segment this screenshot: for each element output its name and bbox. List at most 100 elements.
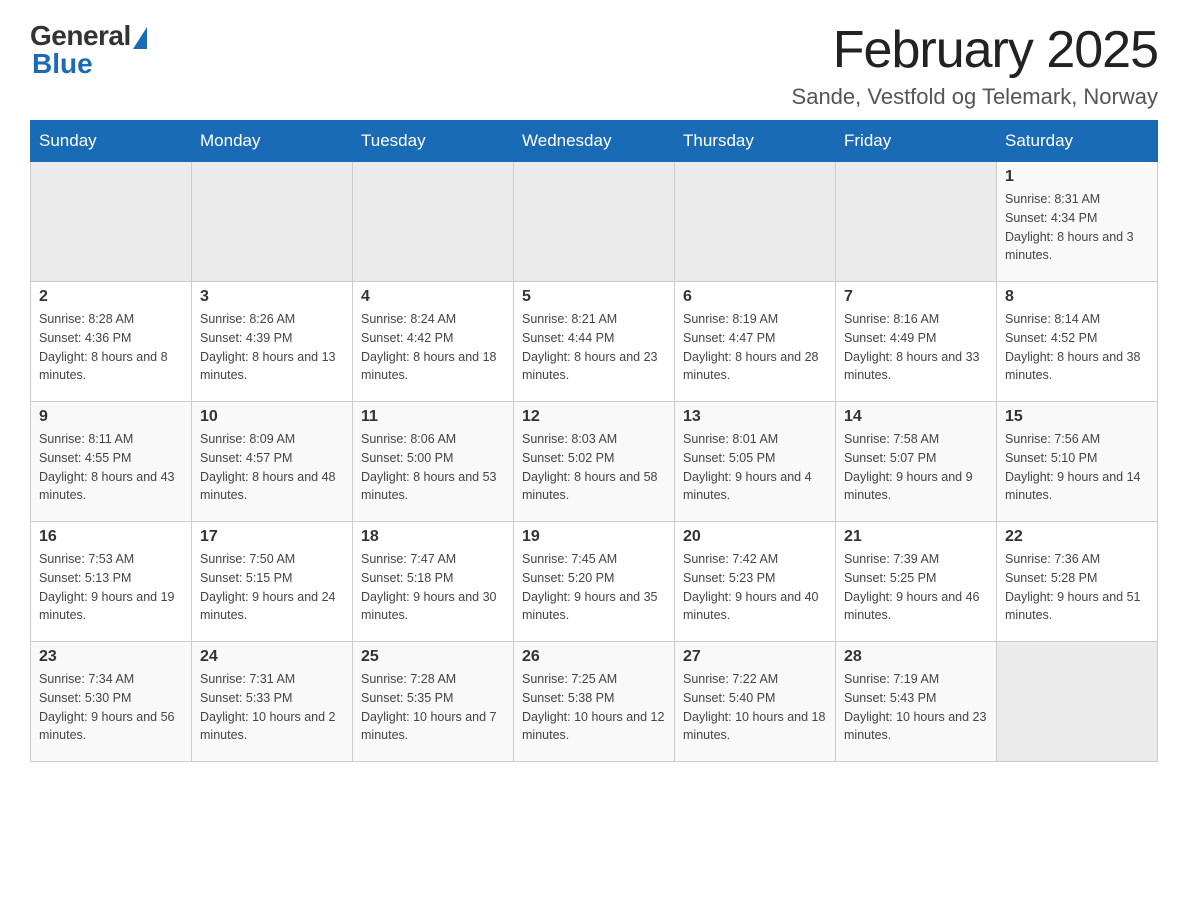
calendar-day-cell: 8Sunrise: 8:14 AM Sunset: 4:52 PM Daylig…	[997, 282, 1158, 402]
day-info: Sunrise: 7:22 AM Sunset: 5:40 PM Dayligh…	[683, 670, 827, 745]
day-number: 11	[361, 408, 505, 426]
day-number: 25	[361, 648, 505, 666]
calendar-day-cell: 2Sunrise: 8:28 AM Sunset: 4:36 PM Daylig…	[31, 282, 192, 402]
calendar-day-cell: 12 Sunrise: 8:03 AM Sunset: 5:02 PM Dayli…	[514, 402, 675, 522]
calendar-header-wednesday: Wednesday	[514, 121, 675, 162]
day-info: Sunrise: 8:31 AM Sunset: 4:34 PM Dayligh…	[1005, 190, 1149, 265]
day-number: 10	[200, 408, 344, 426]
day-info: Sunrise: 8:11 AM Sunset: 4:55 PM Dayligh…	[39, 430, 183, 505]
day-info: Sunrise: 8:09 AM Sunset: 4:57 PM Dayligh…	[200, 430, 344, 505]
calendar-week-row: 1 Sunrise: 8:31 AM Sunset: 4:34 PM Daylig…	[31, 162, 1158, 282]
day-number: 19	[522, 528, 666, 546]
logo-blue-text: Blue	[32, 48, 93, 80]
day-number: 7	[844, 288, 988, 306]
calendar-day-cell: 10 Sunrise: 8:09 AM Sunset: 4:57 PM Dayli…	[192, 402, 353, 522]
day-number: 15	[1005, 408, 1149, 426]
calendar-day-cell	[514, 162, 675, 282]
day-info: Sunrise: 7:31 AM Sunset: 5:33 PM Dayligh…	[200, 670, 344, 745]
calendar-day-cell: 25Sunrise: 7:28 AM Sunset: 5:35 PM Dayli…	[353, 642, 514, 762]
calendar-day-cell: 14 Sunrise: 7:58 AM Sunset: 5:07 PM Dayli…	[836, 402, 997, 522]
day-info: Sunrise: 7:34 AM Sunset: 5:30 PM Dayligh…	[39, 670, 183, 745]
day-info: Sunrise: 8:21 AM Sunset: 4:44 PM Dayligh…	[522, 310, 666, 385]
calendar-header-tuesday: Tuesday	[353, 121, 514, 162]
calendar-week-row: 2Sunrise: 8:28 AM Sunset: 4:36 PM Daylig…	[31, 282, 1158, 402]
day-number: 9	[39, 408, 183, 426]
day-number: 6	[683, 288, 827, 306]
day-number: 21	[844, 528, 988, 546]
day-number: 22	[1005, 528, 1149, 546]
day-info: Sunrise: 8:03 AM Sunset: 5:02 PM Dayligh…	[522, 430, 666, 505]
calendar-day-cell: 20 Sunrise: 7:42 AM Sunset: 5:23 PM Dayli…	[675, 522, 836, 642]
calendar-day-cell: 1 Sunrise: 8:31 AM Sunset: 4:34 PM Daylig…	[997, 162, 1158, 282]
day-number: 1	[1005, 168, 1149, 186]
day-info: Sunrise: 7:56 AM Sunset: 5:10 PM Dayligh…	[1005, 430, 1149, 505]
calendar-day-cell	[31, 162, 192, 282]
page-header: General Blue February 2025 Sande, Vestfo…	[30, 20, 1158, 110]
calendar-day-cell: 18 Sunrise: 7:47 AM Sunset: 5:18 PM Dayli…	[353, 522, 514, 642]
day-number: 4	[361, 288, 505, 306]
calendar-header-thursday: Thursday	[675, 121, 836, 162]
calendar-day-cell	[192, 162, 353, 282]
calendar-day-cell: 22Sunrise: 7:36 AM Sunset: 5:28 PM Dayli…	[997, 522, 1158, 642]
calendar-day-cell: 21 Sunrise: 7:39 AM Sunset: 5:25 PM Dayli…	[836, 522, 997, 642]
day-number: 18	[361, 528, 505, 546]
calendar-day-cell: 6 Sunrise: 8:19 AM Sunset: 4:47 PM Daylig…	[675, 282, 836, 402]
day-number: 26	[522, 648, 666, 666]
calendar-week-row: 23 Sunrise: 7:34 AM Sunset: 5:30 PM Dayli…	[31, 642, 1158, 762]
day-number: 16	[39, 528, 183, 546]
day-info: Sunrise: 7:50 AM Sunset: 5:15 PM Dayligh…	[200, 550, 344, 625]
day-info: Sunrise: 8:19 AM Sunset: 4:47 PM Dayligh…	[683, 310, 827, 385]
calendar-day-cell: 28 Sunrise: 7:19 AM Sunset: 5:43 PM Dayli…	[836, 642, 997, 762]
day-number: 5	[522, 288, 666, 306]
day-number: 2	[39, 288, 183, 306]
calendar-day-cell: 19 Sunrise: 7:45 AM Sunset: 5:20 PM Dayli…	[514, 522, 675, 642]
calendar-day-cell: 13 Sunrise: 8:01 AM Sunset: 5:05 PM Dayli…	[675, 402, 836, 522]
calendar-day-cell	[997, 642, 1158, 762]
calendar-day-cell: 23 Sunrise: 7:34 AM Sunset: 5:30 PM Dayli…	[31, 642, 192, 762]
calendar-day-cell: 17Sunrise: 7:50 AM Sunset: 5:15 PM Dayli…	[192, 522, 353, 642]
day-info: Sunrise: 8:16 AM Sunset: 4:49 PM Dayligh…	[844, 310, 988, 385]
logo: General Blue	[30, 20, 147, 80]
calendar-header-saturday: Saturday	[997, 121, 1158, 162]
day-number: 23	[39, 648, 183, 666]
title-section: February 2025 Sande, Vestfold og Telemar…	[792, 20, 1158, 110]
calendar-day-cell: 27 Sunrise: 7:22 AM Sunset: 5:40 PM Dayli…	[675, 642, 836, 762]
day-info: Sunrise: 8:26 AM Sunset: 4:39 PM Dayligh…	[200, 310, 344, 385]
day-info: Sunrise: 7:39 AM Sunset: 5:25 PM Dayligh…	[844, 550, 988, 625]
calendar-header-monday: Monday	[192, 121, 353, 162]
calendar-day-cell: 16 Sunrise: 7:53 AM Sunset: 5:13 PM Dayli…	[31, 522, 192, 642]
calendar-day-cell: 26Sunrise: 7:25 AM Sunset: 5:38 PM Dayli…	[514, 642, 675, 762]
calendar-day-cell: 11 Sunrise: 8:06 AM Sunset: 5:00 PM Dayli…	[353, 402, 514, 522]
day-info: Sunrise: 8:24 AM Sunset: 4:42 PM Dayligh…	[361, 310, 505, 385]
calendar-week-row: 16 Sunrise: 7:53 AM Sunset: 5:13 PM Dayli…	[31, 522, 1158, 642]
day-info: Sunrise: 7:53 AM Sunset: 5:13 PM Dayligh…	[39, 550, 183, 625]
day-info: Sunrise: 7:58 AM Sunset: 5:07 PM Dayligh…	[844, 430, 988, 505]
day-info: Sunrise: 7:45 AM Sunset: 5:20 PM Dayligh…	[522, 550, 666, 625]
calendar-day-cell: 3Sunrise: 8:26 AM Sunset: 4:39 PM Daylig…	[192, 282, 353, 402]
calendar-day-cell	[836, 162, 997, 282]
calendar-day-cell	[353, 162, 514, 282]
logo-triangle-icon	[133, 27, 147, 49]
day-number: 14	[844, 408, 988, 426]
calendar-day-cell: 9 Sunrise: 8:11 AM Sunset: 4:55 PM Daylig…	[31, 402, 192, 522]
calendar-week-row: 9 Sunrise: 8:11 AM Sunset: 4:55 PM Daylig…	[31, 402, 1158, 522]
day-number: 28	[844, 648, 988, 666]
month-title: February 2025	[792, 20, 1158, 80]
calendar-table: SundayMondayTuesdayWednesdayThursdayFrid…	[30, 120, 1158, 762]
day-number: 12	[522, 408, 666, 426]
calendar-header-sunday: Sunday	[31, 121, 192, 162]
day-info: Sunrise: 7:19 AM Sunset: 5:43 PM Dayligh…	[844, 670, 988, 745]
calendar-day-cell: 4 Sunrise: 8:24 AM Sunset: 4:42 PM Daylig…	[353, 282, 514, 402]
day-info: Sunrise: 7:42 AM Sunset: 5:23 PM Dayligh…	[683, 550, 827, 625]
day-number: 13	[683, 408, 827, 426]
day-info: Sunrise: 7:47 AM Sunset: 5:18 PM Dayligh…	[361, 550, 505, 625]
day-info: Sunrise: 8:14 AM Sunset: 4:52 PM Dayligh…	[1005, 310, 1149, 385]
calendar-header-friday: Friday	[836, 121, 997, 162]
day-info: Sunrise: 8:01 AM Sunset: 5:05 PM Dayligh…	[683, 430, 827, 505]
day-number: 27	[683, 648, 827, 666]
day-info: Sunrise: 8:06 AM Sunset: 5:00 PM Dayligh…	[361, 430, 505, 505]
location-subtitle: Sande, Vestfold og Telemark, Norway	[792, 84, 1158, 110]
calendar-day-cell: 15 Sunrise: 7:56 AM Sunset: 5:10 PM Dayli…	[997, 402, 1158, 522]
day-number: 20	[683, 528, 827, 546]
calendar-day-cell: 7 Sunrise: 8:16 AM Sunset: 4:49 PM Daylig…	[836, 282, 997, 402]
